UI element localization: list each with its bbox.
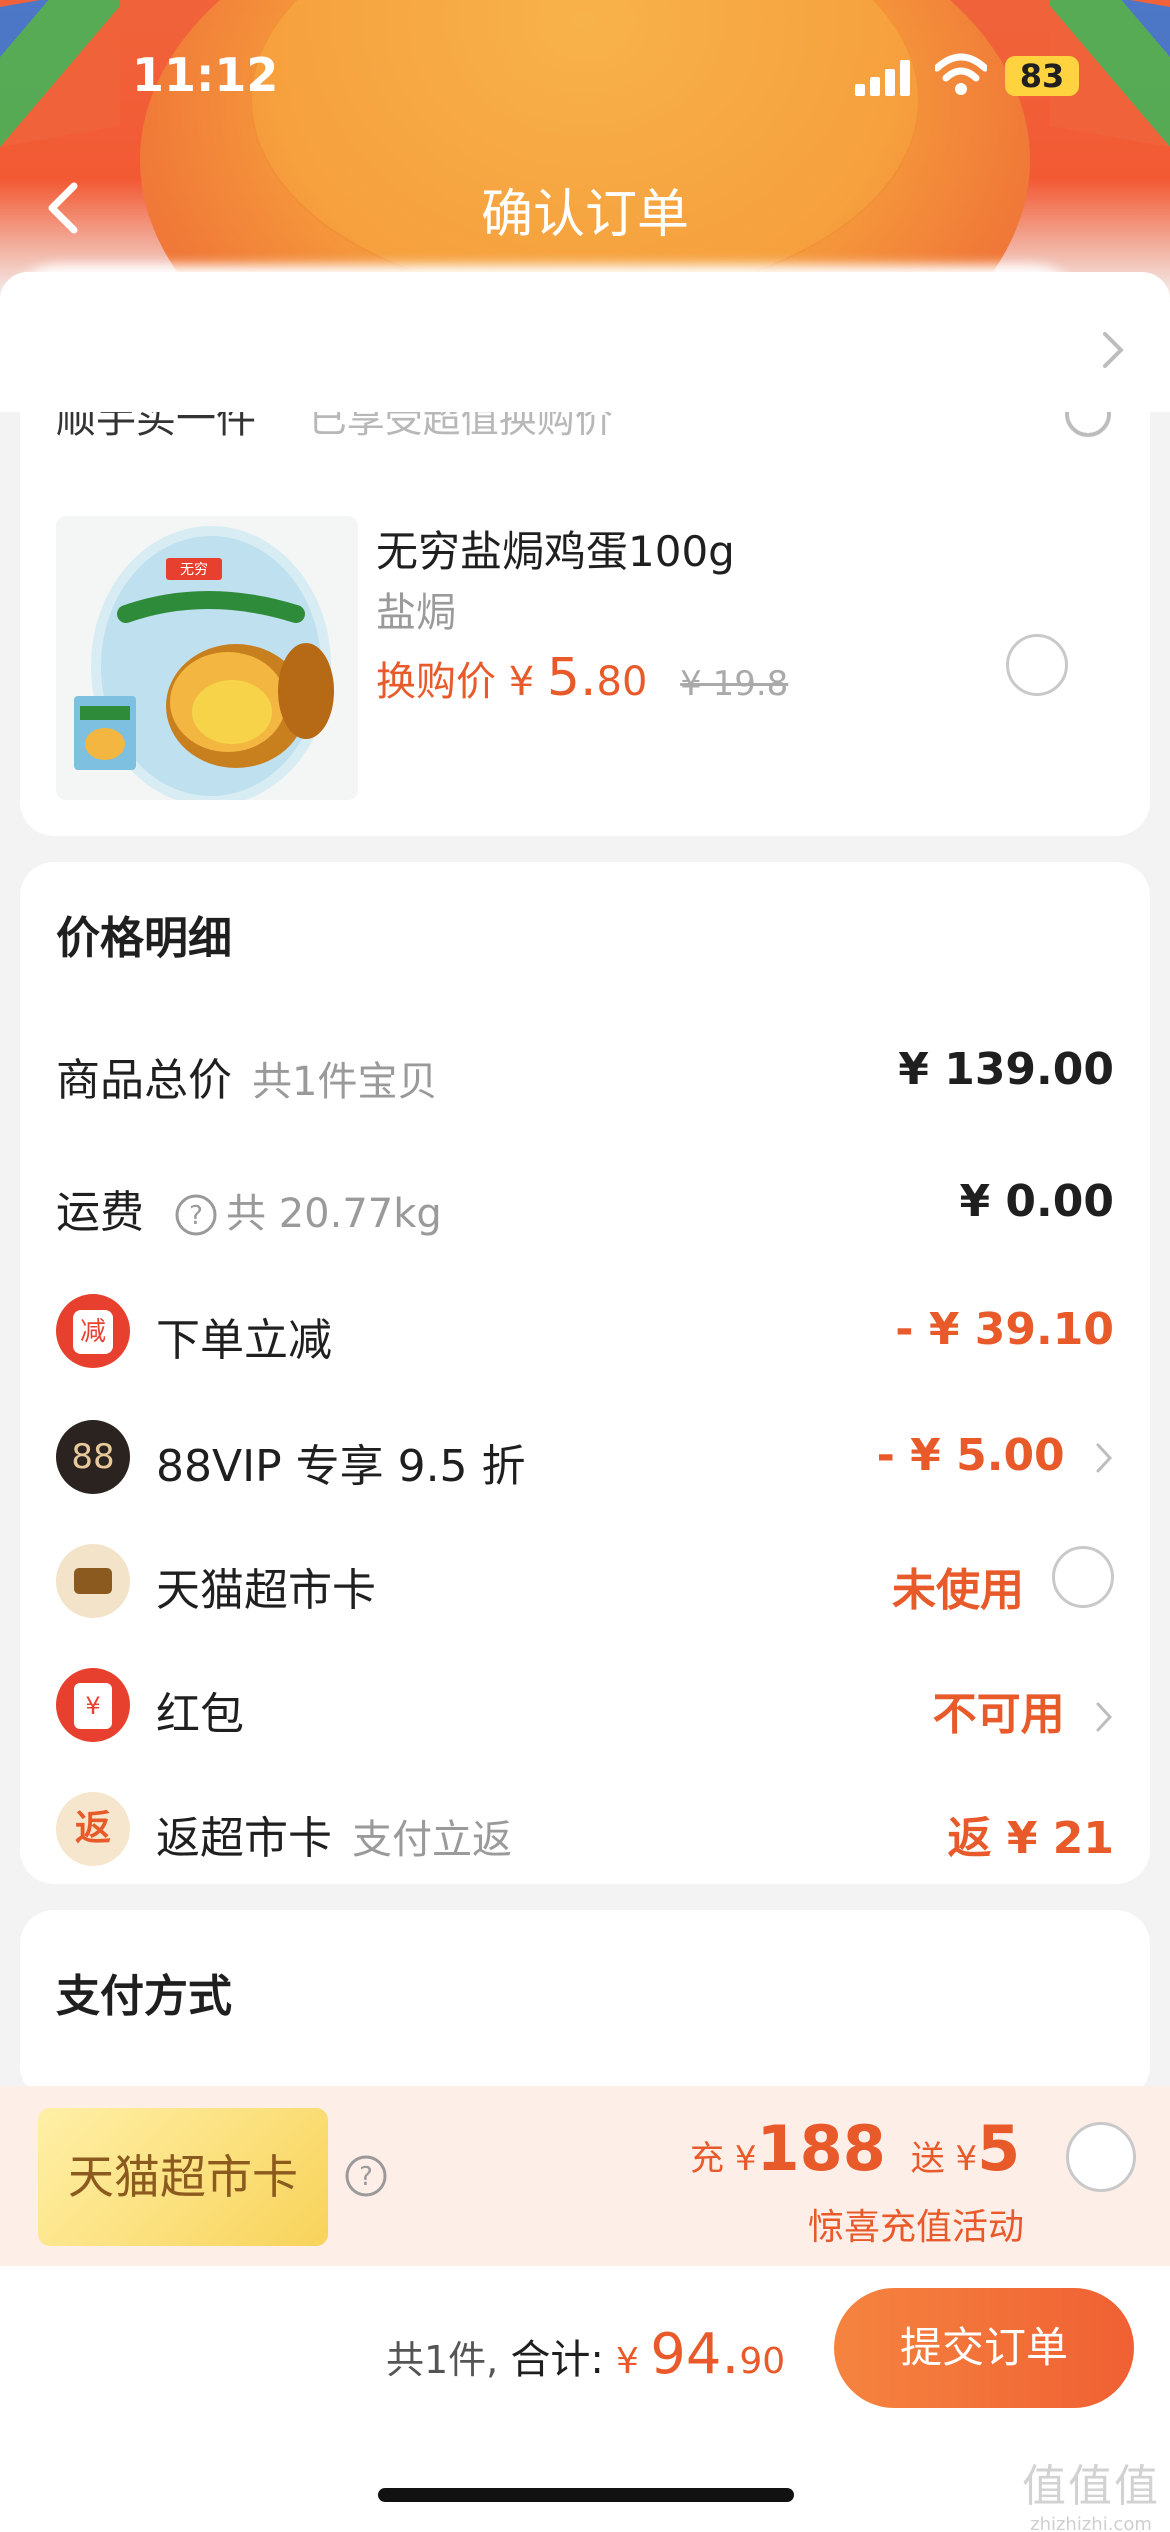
swap-price-row: 换购价 ¥ 5.80 ¥ 19.8 [376,648,788,708]
charge-word: 充 [690,2139,724,2179]
88vip-icon: 88 [56,1420,130,1494]
discount-badge-icon: 减 [56,1294,130,1368]
page-title: 确认订单 [480,185,689,245]
shipping-label: 运费 ? 共 20.77kg [56,1176,442,1240]
instant-discount-value: - ¥ 39.10 [895,1304,1114,1355]
subtotal-row: 商品总价 共1件宝贝 ¥ 139.00 [56,1030,1114,1110]
red-packet-icon: ¥ [56,1668,130,1742]
total-label: 合计: [510,2337,604,2383]
red-packet-value-wrap: 不可用 [933,1678,1114,1742]
subtotal-value: ¥ 139.00 [898,1044,1114,1095]
subtotal-label: 商品总价 共1件宝贝 [56,1044,437,1108]
tmall-card-badge: 天猫超市卡 [38,2108,328,2246]
checkout-bar: 共1件, 合计: ¥ 94.90 提交订单 值值值 zhizhizhi.com [0,2266,1170,2532]
swap-price-currency: ¥ [508,659,535,705]
tmall-card-row[interactable]: 天猫超市卡 未使用 [56,1540,1114,1620]
chevron-right-icon[interactable] [1100,330,1126,370]
red-packet-status: 不可用 [932,1689,1065,1740]
tmall-card-label: 天猫超市卡 [156,1565,376,1616]
cashback-icon: 返 [56,1792,130,1866]
info-icon[interactable] [1065,412,1111,442]
vip-discount-label: 88VIP 专享 9.5 折 [156,1441,526,1492]
add-on-section-header: 顺手买一件 已享受超值换购价 [56,412,613,442]
submit-order-button[interactable]: 提交订单 [834,2288,1134,2408]
cashback-sub: 支付立返 [352,1817,512,1863]
product-card: 顺手买一件 已享受超值换购价 无穷 无穷盐焗鸡蛋100g 盐焗 换购价 ¥ 5.… [20,412,1150,836]
charge-currency: ¥ [734,2139,757,2179]
shipping-value: ¥ 0.00 [959,1176,1115,1227]
address-redaction [0,265,1090,385]
subtotal-label-text: 商品总价 [56,1055,232,1106]
add-on-title: 顺手买一件 [56,412,256,442]
cashback-row: 返 返超市卡 支付立返 返 ¥ 21 [56,1788,1114,1868]
payment-card: 支付方式 [20,1910,1150,2100]
gift-amount: 5 [977,2112,1021,2185]
subtotal-count: 共1件宝贝 [252,1059,438,1105]
swap-price-decimal: 80 [596,659,648,705]
total-currency: ¥ [615,2341,639,2382]
egg-package-illustration: 无穷 [74,526,334,800]
status-bar: 11:12 83 [0,0,1170,150]
help-icon[interactable]: ? [344,2154,388,2198]
recharge-offer: 充 ¥188 送 ¥5 [690,2112,1020,2185]
total-integer: 94. [650,2322,740,2387]
tmall-card-status: 未使用 [892,1565,1024,1616]
watermark-logo: 值值值 [1022,2461,1160,2512]
item-count: 共1件, [386,2338,499,2382]
original-price: ¥ 19.8 [680,664,789,704]
gift-currency: ¥ [955,2139,978,2179]
svg-text:?: ? [189,1201,203,1231]
vip-discount-value-wrap: - ¥ 5.00 [877,1430,1114,1481]
shipping-row: 运费 ? 共 20.77kg ¥ 0.00 [56,1162,1114,1242]
cashback-value: 返 ¥ 21 [947,1813,1114,1864]
wallet-card-icon [56,1544,130,1618]
product-spec: 盐焗 [376,590,456,636]
charge-amount: 188 [756,2112,886,2185]
image-brand-text: 无穷 [180,562,208,578]
total-decimal: 90 [739,2341,786,2382]
vip-discount-row[interactable]: 88 88VIP 专享 9.5 折 - ¥ 5.00 [56,1416,1114,1496]
price-detail-title: 价格明细 [56,913,232,964]
chevron-right-icon[interactable] [1094,1700,1114,1734]
wifi-icon [935,53,987,95]
home-indicator [378,2488,794,2502]
tmall-card-radio[interactable] [1052,1546,1114,1608]
status-time: 11:12 [132,48,279,102]
product-image[interactable]: 无穷 [56,516,358,800]
total-amount: ¥ 94.90 [615,2322,786,2387]
product-select-radio[interactable] [1006,634,1068,696]
shipping-weight: 共 20.77kg [226,1191,442,1237]
help-icon[interactable]: ? [174,1193,218,1237]
recharge-promo-bar[interactable]: 天猫超市卡 ? 充 ¥188 送 ¥5 惊喜充值活动 [0,2086,1170,2266]
add-on-hint: 已享受超值换购价 [308,412,613,441]
recharge-radio[interactable] [1066,2122,1136,2192]
chevron-right-icon[interactable] [1094,1441,1114,1475]
vip-discount-value: - ¥ 5.00 [876,1430,1065,1481]
watermark-url: zhizhizhi.com [1030,2514,1152,2532]
swap-price-integer: 5. [546,648,597,708]
red-packet-label: 红包 [156,1689,244,1740]
payment-title: 支付方式 [56,1971,232,2022]
instant-discount-row: 减 下单立减 - ¥ 39.10 [56,1290,1114,1370]
site-watermark: 值值值 zhizhizhi.com [1016,2450,1166,2532]
price-detail-card: 价格明细 商品总价 共1件宝贝 ¥ 139.00 运费 ? 共 20.77kg ¥… [20,862,1150,1884]
shipping-label-text: 运费 [56,1187,144,1238]
product-name: 无穷盐焗鸡蛋100g [376,527,735,576]
cashback-label-text: 返超市卡 [156,1813,332,1864]
order-total: 共1件, 合计: ¥ 94.90 [386,2322,785,2387]
swap-price-label: 换购价 [376,659,496,705]
recharge-subtitle: 惊喜充值活动 [808,2207,1025,2248]
svg-text:?: ? [359,2162,373,2192]
instant-discount-label: 下单立减 [156,1315,332,1366]
cashback-label: 返超市卡 支付立返 [156,1802,512,1866]
cellular-signal-icon [855,60,913,96]
gift-word: 送 [910,2139,945,2179]
battery-indicator: 83 [1005,56,1079,96]
red-packet-row[interactable]: ¥ 红包 不可用 [56,1664,1114,1744]
